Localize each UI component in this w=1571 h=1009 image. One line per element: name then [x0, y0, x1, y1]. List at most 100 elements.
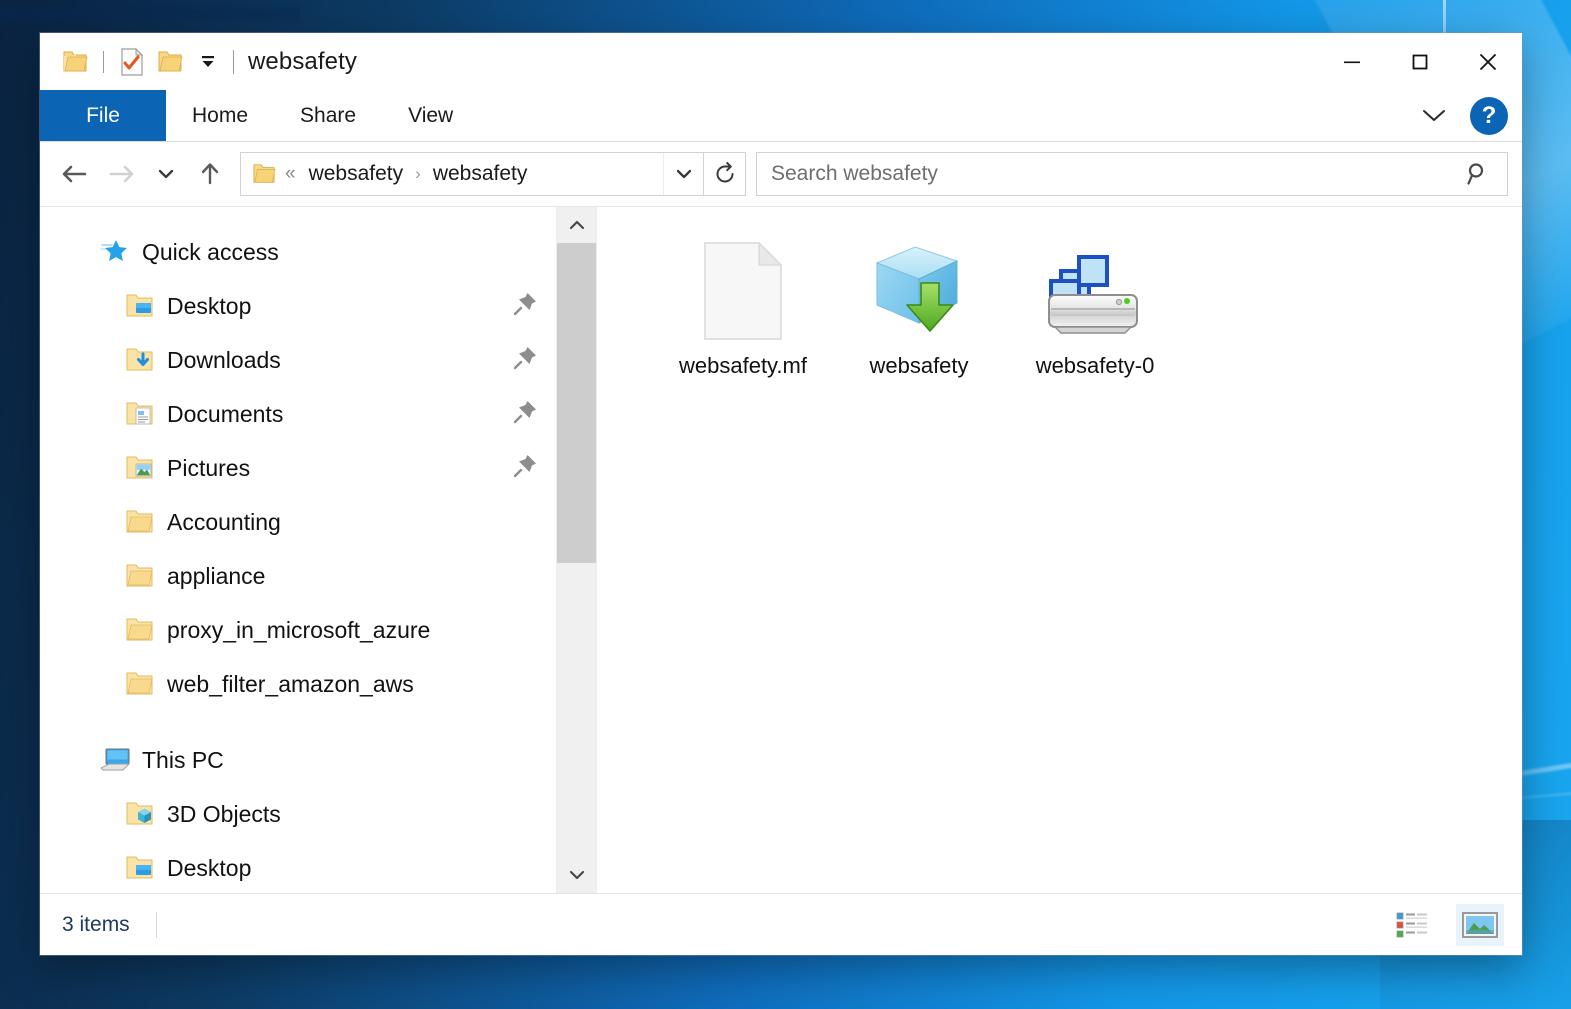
navigation-pane: Quick access Desktop Downloads Documents…	[40, 207, 556, 893]
pin-icon[interactable]	[502, 345, 538, 376]
toolbar-separator	[103, 50, 104, 73]
sidebar-label: Desktop	[167, 292, 252, 319]
close-button[interactable]	[1454, 33, 1522, 90]
recent-locations-button[interactable]	[146, 152, 186, 196]
window-title: websafety	[248, 47, 357, 75]
sidebar-item-downloads[interactable]: Downloads	[40, 333, 556, 387]
properties-icon[interactable]	[113, 43, 151, 81]
pin-icon[interactable]	[502, 453, 538, 484]
back-button[interactable]	[50, 152, 98, 196]
star-pin-icon	[98, 238, 132, 266]
blank-file-icon	[691, 239, 795, 343]
sidebar-item-pictures[interactable]: Pictures	[40, 441, 556, 495]
explorer-body: Quick access Desktop Downloads Documents…	[40, 206, 1522, 893]
file-item[interactable]: websafety.mf	[655, 231, 831, 390]
view-toggle-group	[1388, 903, 1504, 946]
sidebar-label: This PC	[142, 746, 224, 773]
navigation-group-gap	[40, 711, 556, 733]
this-pc-icon	[98, 746, 132, 774]
sidebar-label: proxy_in_microsoft_azure	[167, 616, 431, 643]
file-explorer-window: websafety File Home Share View ? « websa…	[40, 33, 1522, 955]
scrollbar-thumb[interactable]	[557, 243, 596, 563]
minimize-button[interactable]	[1318, 33, 1386, 90]
folder-documents-icon	[124, 401, 156, 427]
up-button[interactable]	[186, 152, 234, 196]
sidebar-item-quick-access[interactable]: Quick access	[40, 225, 556, 279]
file-name: websafety	[869, 353, 969, 378]
sidebar-item-web-filter-amazon-aws[interactable]: web_filter_amazon_aws	[40, 657, 556, 711]
scroll-down-button[interactable]	[557, 857, 596, 893]
folder-icon	[124, 509, 156, 535]
window-controls	[1318, 33, 1522, 90]
sidebar-label: Quick access	[142, 238, 279, 265]
title-separator	[233, 49, 234, 74]
breadcrumb-item-2[interactable]: websafety	[428, 159, 533, 189]
navigation-scrollbar[interactable]	[556, 207, 596, 893]
tab-home[interactable]: Home	[166, 90, 274, 141]
search-input[interactable]	[757, 162, 1465, 186]
sidebar-label: appliance	[167, 562, 266, 589]
sidebar-item-appliance[interactable]: appliance	[40, 549, 556, 603]
sidebar-item-documents[interactable]: Documents	[40, 387, 556, 441]
sidebar-item-proxy-in-microsoft-azure[interactable]: proxy_in_microsoft_azure	[40, 603, 556, 657]
help-button[interactable]: ?	[1470, 96, 1508, 135]
address-toolbar: « websafety › websafety	[40, 142, 1522, 206]
sidebar-label: Pictures	[167, 454, 251, 481]
sidebar-item-desktop[interactable]: Desktop	[40, 279, 556, 333]
address-bar[interactable]: « websafety › websafety	[240, 152, 704, 196]
ribbon-tabs: File Home Share View ?	[40, 90, 1522, 142]
tab-file[interactable]: File	[40, 90, 166, 141]
file-name: websafety-0	[1035, 353, 1155, 378]
sidebar-item-this-pc[interactable]: This PC	[40, 733, 556, 787]
new-folder-icon[interactable]	[151, 43, 189, 81]
sidebar-item-desktop-thispc[interactable]: Desktop	[40, 841, 556, 893]
sidebar-label: web_filter_amazon_aws	[167, 670, 414, 697]
title-bar: websafety	[40, 33, 1522, 90]
folder-icon[interactable]	[56, 43, 94, 81]
folder-downloads-icon	[124, 347, 156, 373]
breadcrumb-overflow[interactable]: «	[283, 163, 304, 185]
address-folder-icon	[241, 163, 283, 185]
file-list-view[interactable]: websafety.mf websafety websafety-0	[596, 207, 1522, 893]
tab-view[interactable]: View	[382, 90, 479, 141]
maximize-button[interactable]	[1386, 33, 1454, 90]
file-name: websafety.mf	[679, 353, 807, 378]
desktop-background: websafety File Home Share View ? « websa…	[0, 0, 1571, 1009]
breadcrumb-item-1[interactable]: websafety	[304, 159, 409, 189]
large-icons-view-button[interactable]	[1456, 903, 1504, 946]
refresh-button[interactable]	[704, 152, 746, 196]
folder-pictures-icon	[124, 455, 156, 481]
folder-3dobjects-icon	[124, 801, 156, 827]
customize-dropdown-icon[interactable]	[189, 43, 227, 81]
file-item[interactable]: websafety	[831, 231, 1007, 390]
tab-share[interactable]: Share	[274, 90, 382, 141]
status-separator	[155, 911, 157, 938]
file-item[interactable]: websafety-0	[1007, 231, 1183, 390]
folder-icon	[124, 563, 156, 589]
item-count-label: 3 items	[62, 912, 130, 936]
ribbon-right-controls: ?	[1416, 90, 1508, 141]
scroll-up-button[interactable]	[557, 207, 596, 243]
folder-icon	[124, 671, 156, 697]
sidebar-label: Desktop	[167, 854, 252, 881]
sidebar-item-3d-objects[interactable]: 3D Objects	[40, 787, 556, 841]
forward-button[interactable]	[98, 152, 146, 196]
sidebar-label: Documents	[167, 400, 284, 427]
ova-appliance-icon	[867, 239, 971, 343]
sidebar-label: Accounting	[167, 508, 281, 535]
quick-access-toolbar	[40, 43, 227, 81]
chevron-down-icon[interactable]	[1416, 98, 1452, 134]
details-view-button[interactable]	[1388, 904, 1436, 946]
scrollbar-track[interactable]	[557, 243, 596, 857]
virtual-disk-icon	[1043, 239, 1147, 343]
search-box[interactable]	[756, 152, 1508, 196]
sidebar-label: Downloads	[167, 346, 281, 373]
breadcrumb-separator-icon[interactable]: ›	[408, 164, 428, 184]
pin-icon[interactable]	[502, 291, 538, 322]
search-icon[interactable]	[1465, 161, 1507, 187]
navigation-list: Quick access Desktop Downloads Documents…	[40, 207, 556, 893]
address-dropdown-icon[interactable]	[663, 153, 703, 195]
folder-desktop-icon	[124, 855, 156, 881]
sidebar-item-accounting[interactable]: Accounting	[40, 495, 556, 549]
pin-icon[interactable]	[502, 399, 538, 430]
